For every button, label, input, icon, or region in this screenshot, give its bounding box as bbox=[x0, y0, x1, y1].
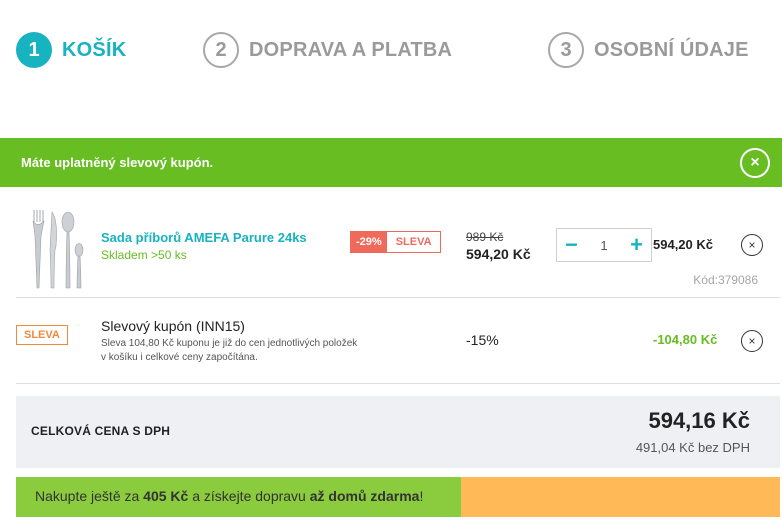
step-number: 1 bbox=[16, 32, 52, 68]
step-number: 3 bbox=[548, 32, 584, 68]
stock-status: Skladem >50 ks bbox=[101, 248, 187, 262]
decrease-quantity-button[interactable]: − bbox=[565, 234, 578, 256]
free-shipping-progress: Nakupte ještě za 405 Kč a získejte dopra… bbox=[16, 477, 780, 517]
total-without-vat: 491,04 Kč bez DPH bbox=[635, 440, 750, 455]
close-icon[interactable]: × bbox=[740, 148, 770, 178]
line-total: 594,20 Kč bbox=[653, 237, 713, 252]
product-code: Kód:379086 bbox=[693, 273, 758, 287]
coupon-tag: SLEVA bbox=[16, 325, 68, 345]
coupon-percent: -15% bbox=[466, 332, 499, 348]
message-suffix: ! bbox=[419, 488, 424, 504]
message-middle: a získejte dopravu bbox=[188, 488, 310, 504]
coupon-description: Sleva 104,80 Kč kuponu je již do cen jed… bbox=[101, 338, 358, 363]
step-label: DOPRAVA A PLATBA bbox=[249, 38, 453, 61]
free-delivery-highlight: až domů zdarma bbox=[309, 488, 420, 504]
remove-coupon-icon[interactable]: × bbox=[741, 330, 763, 352]
coupon-applied-alert: Máte uplatněný slevový kupón. × bbox=[0, 138, 782, 187]
product-name-link[interactable]: Sada příborů AMEFA Parure 24ks bbox=[101, 230, 307, 245]
step-number: 2 bbox=[203, 32, 239, 68]
cutlery-icon bbox=[32, 210, 84, 289]
quantity-value[interactable]: 1 bbox=[600, 238, 607, 253]
step-cart[interactable]: 1 KOŠÍK bbox=[16, 32, 126, 68]
order-total: CELKOVÁ CENA S DPH 594,16 Kč 491,04 Kč b… bbox=[16, 396, 780, 468]
total-price: 594,16 Kč bbox=[648, 408, 750, 433]
discount-badge: -29% SLEVA bbox=[350, 231, 441, 253]
original-price: 989 Kč bbox=[466, 230, 504, 244]
increase-quantity-button[interactable]: + bbox=[630, 234, 643, 256]
step-label: OSOBNÍ ÚDAJE bbox=[594, 38, 749, 61]
product-image[interactable] bbox=[24, 206, 84, 290]
unit-price: 594,20 Kč bbox=[466, 246, 531, 262]
step-shipping-payment[interactable]: 2 DOPRAVA A PLATBA bbox=[203, 32, 452, 68]
checkout-steps: 1 KOŠÍK 2 DOPRAVA A PLATBA 3 OSOBNÍ ÚDAJ… bbox=[0, 0, 782, 100]
coupon-row: SLEVA Slevový kupón (INN15) Sleva 104,80… bbox=[16, 298, 780, 384]
quantity-stepper: − 1 + bbox=[556, 228, 652, 262]
cart-item-row: Sada příborů AMEFA Parure 24ks Skladem >… bbox=[16, 200, 780, 298]
coupon-title: Slevový kupón (INN15) bbox=[101, 318, 245, 334]
message-prefix: Nakupte ještě za bbox=[35, 488, 144, 504]
coupon-value: -104,80 Kč bbox=[653, 332, 718, 347]
step-label: KOŠÍK bbox=[62, 38, 127, 61]
discount-percent: -29% bbox=[351, 232, 387, 252]
remove-item-icon[interactable]: × bbox=[741, 234, 763, 256]
remaining-amount: 405 Kč bbox=[143, 488, 189, 504]
alert-text: Máte uplatněný slevový kupón. bbox=[21, 155, 214, 170]
discount-label: SLEVA bbox=[395, 236, 432, 248]
free-shipping-message: Nakupte ještě za 405 Kč a získejte dopra… bbox=[35, 488, 423, 504]
total-label: CELKOVÁ CENA S DPH bbox=[31, 424, 171, 438]
step-personal-info[interactable]: 3 OSOBNÍ ÚDAJE bbox=[548, 32, 749, 68]
